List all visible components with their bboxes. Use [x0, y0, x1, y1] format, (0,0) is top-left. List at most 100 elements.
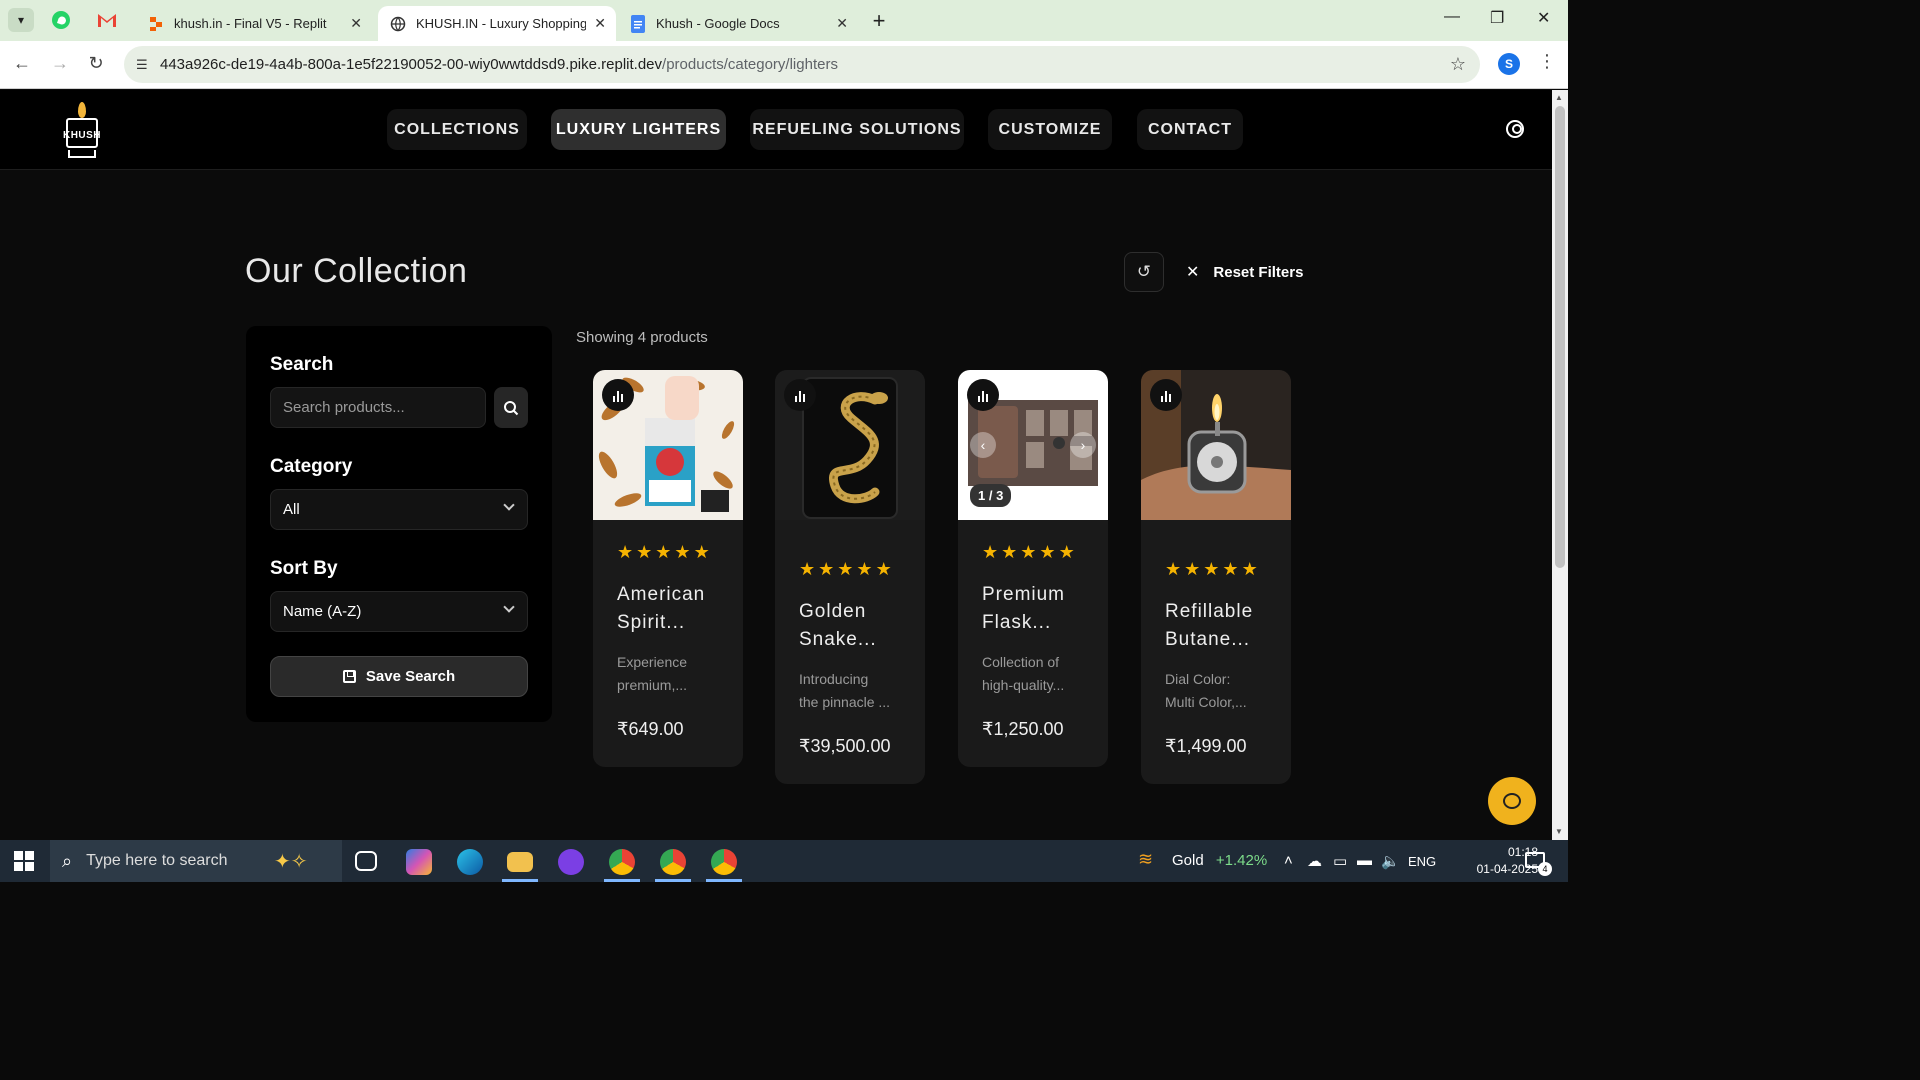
chrome-icon[interactable] [609, 849, 635, 875]
scroll-up-icon[interactable]: ▲ [1555, 93, 1563, 102]
search-label: Search [270, 354, 334, 375]
product-image[interactable] [593, 370, 743, 520]
close-tab-icon[interactable]: ✕ [350, 15, 362, 32]
product-title[interactable]: Refillable Butane... [1141, 598, 1291, 654]
product-card[interactable]: ★ ★ ★ ★ ★ Golden Snake... Introducing the pinn… [775, 370, 925, 784]
star-icon: ★ [837, 559, 854, 579]
history-button[interactable]: ↺ [1124, 252, 1164, 292]
star-icon: ★ [799, 559, 816, 579]
rating-stars: ★ ★ ★ ★ ★ [775, 559, 925, 580]
search-button[interactable] [494, 387, 528, 428]
nav-refueling-solutions[interactable]: REFUELING SOLUTIONS [750, 109, 964, 150]
star-icon: ★ [875, 559, 892, 579]
site-info-icon[interactable]: ☰ [136, 57, 154, 73]
forward-icon[interactable]: → [48, 53, 72, 74]
sort-by-label: Sort By [270, 558, 338, 579]
product-image[interactable] [1141, 370, 1291, 520]
user-account-icon[interactable] [1506, 120, 1524, 138]
chat-button[interactable] [1488, 777, 1536, 825]
chevron-up-icon[interactable]: ˄ [1284, 852, 1293, 869]
category-label: Category [270, 456, 353, 477]
search-input[interactable]: Search products... [270, 387, 486, 428]
profile-avatar[interactable]: S [1498, 53, 1520, 75]
star-icon: ★ [818, 559, 835, 579]
edge-icon[interactable] [457, 849, 483, 875]
bookmark-star-icon[interactable]: ☆ [1450, 54, 1466, 75]
compare-button[interactable] [602, 379, 634, 411]
chevron-down-icon [503, 499, 515, 511]
browser-menu-icon[interactable]: ⋮ [1538, 51, 1556, 72]
scrollbar-thumb[interactable] [1555, 106, 1565, 568]
product-card[interactable]: ★ ★ ★ ★ ★ American Spirit... Experience premiu… [593, 370, 743, 767]
save-search-button[interactable]: Save Search [270, 656, 528, 697]
chrome-icon[interactable] [660, 849, 686, 875]
close-tab-icon[interactable]: ✕ [836, 15, 848, 32]
tab-khush-active[interactable]: KHUSH.IN - Luxury Shopping Ex ✕ [378, 6, 616, 41]
onedrive-icon[interactable]: ☁ [1307, 852, 1322, 870]
product-price: ₹649.00 [617, 719, 684, 739]
star-icon: ★ [617, 542, 634, 562]
reset-filters-button[interactable]: ✕ Reset Filters [1186, 262, 1303, 282]
close-tab-icon[interactable]: ✕ [594, 15, 606, 32]
product-card[interactable]: ★ ★ ★ ★ ★ Refillable Butane... Dial Color: Mul… [1141, 370, 1291, 784]
gold-widget[interactable]: Gold +1.42% [1172, 852, 1267, 869]
reload-icon[interactable]: ↻ [84, 53, 108, 74]
compare-button[interactable] [1150, 379, 1182, 411]
tab-google-docs[interactable]: Khush - Google Docs ✕ [618, 6, 858, 41]
tab-replit[interactable]: khush.in - Final V5 - Replit ✕ [136, 6, 372, 41]
category-select[interactable]: All [270, 489, 528, 530]
compare-button[interactable] [967, 379, 999, 411]
url-field[interactable]: ☰ 443a926c-de19-4a4b-800a-1e5f22190052-0… [124, 46, 1480, 83]
tab-title: KHUSH.IN - Luxury Shopping Ex [416, 16, 586, 31]
product-title[interactable]: Golden Snake... [775, 598, 925, 654]
task-view-icon[interactable] [355, 851, 377, 871]
nav-luxury-lighters[interactable]: LUXURY LIGHTERS [551, 109, 726, 150]
previous-image-button[interactable]: ‹ [970, 432, 996, 458]
product-description: Collection of high-quality... [982, 654, 1065, 693]
meet-now-icon[interactable]: ▭ [1333, 852, 1347, 870]
product-title[interactable]: Premium Flask... [958, 581, 1108, 637]
sort-by-select[interactable]: Name (A-Z) [270, 591, 528, 632]
product-card[interactable]: ‹ › 1 / 3 ★ ★ ★ ★ ★ Premium Flask... Collecti… [958, 370, 1108, 767]
next-image-button[interactable]: › [1070, 432, 1096, 458]
file-explorer-icon[interactable] [507, 852, 533, 872]
new-tab-button[interactable]: + [868, 8, 890, 34]
app-icon[interactable] [558, 849, 584, 875]
gold-widget-icon[interactable]: ≋ [1138, 849, 1153, 870]
star-icon: ★ [1039, 542, 1056, 562]
nav-customize[interactable]: CUSTOMIZE [988, 109, 1112, 150]
history-icon: ↺ [1136, 262, 1152, 281]
restore-icon[interactable]: ❐ [1490, 8, 1504, 28]
scroll-down-icon[interactable]: ▼ [1555, 827, 1563, 836]
minimize-icon[interactable]: — [1444, 8, 1460, 26]
language-indicator[interactable]: ENG [1408, 854, 1436, 869]
star-icon: ★ [1184, 559, 1201, 579]
page-scrollbar[interactable]: ▲ ▼ [1552, 90, 1568, 840]
whatsapp-pinned-tab[interactable] [50, 9, 72, 31]
star-icon: ★ [1165, 559, 1182, 579]
flame-icon [78, 102, 86, 118]
close-window-icon[interactable]: ✕ [1537, 8, 1550, 28]
khush-logo[interactable]: KHUSH [60, 102, 104, 160]
url-text: 443a926c-de19-4a4b-800a-1e5f22190052-00-… [160, 56, 838, 73]
star-icon: ★ [674, 542, 691, 562]
product-title[interactable]: American Spirit... [593, 581, 743, 637]
save-search-label: Save Search [365, 668, 456, 685]
star-icon: ★ [1058, 542, 1075, 562]
taskbar-search[interactable]: ⌕ Type here to search ✦✧ [50, 840, 342, 882]
gmail-pinned-tab[interactable] [96, 9, 118, 31]
product-image-carousel[interactable]: ‹ › 1 / 3 [958, 370, 1108, 520]
copilot-icon[interactable] [406, 849, 432, 875]
product-image[interactable] [775, 370, 925, 520]
star-icon: ★ [856, 559, 873, 579]
nav-contact[interactable]: CONTACT [1137, 109, 1243, 150]
volume-icon[interactable]: 🔈 [1381, 852, 1400, 870]
nav-collections[interactable]: COLLECTIONS [387, 109, 527, 150]
chrome-icon[interactable] [711, 849, 737, 875]
compare-button[interactable] [784, 379, 816, 411]
battery-icon[interactable]: ▬ [1357, 852, 1372, 869]
back-icon[interactable]: ← [10, 53, 34, 74]
windows-start-icon[interactable] [14, 851, 34, 871]
star-icon: ★ [693, 542, 710, 562]
tab-search-dropdown-icon[interactable]: ▾ [8, 8, 34, 32]
